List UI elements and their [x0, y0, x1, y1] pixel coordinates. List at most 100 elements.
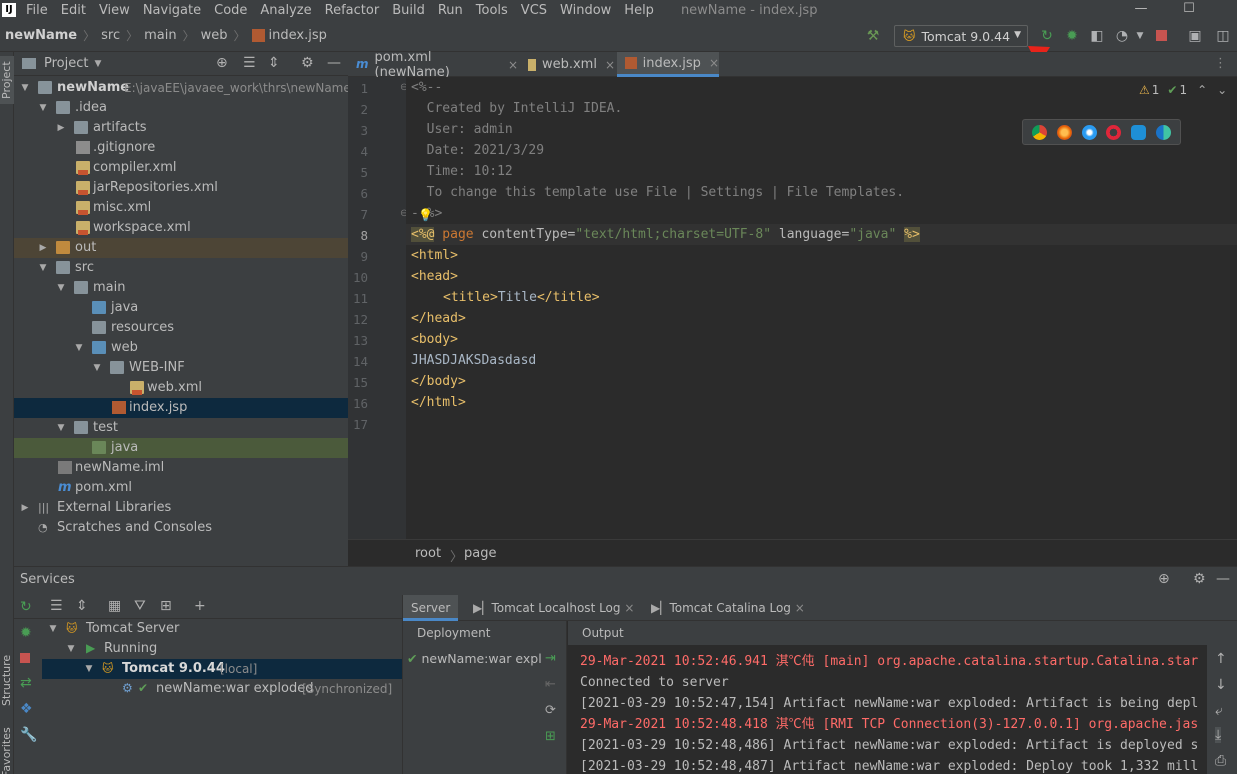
project-structure-icon[interactable]: ▣ — [1186, 27, 1204, 45]
locate-file-icon[interactable]: ⊕ — [216, 55, 228, 71]
group-icon[interactable]: ▦ — [108, 598, 121, 614]
tree-item-war-exploded[interactable]: ⚙ ✔ newName:war exploded [Synchronized] — [42, 679, 402, 699]
tree-item-test-java[interactable]: java — [14, 438, 348, 458]
tree-item-tomcat-instance[interactable]: ▼ 🐱 Tomcat 9.0.44 [local] — [42, 659, 402, 679]
tree-item-test[interactable]: ▼ test — [14, 418, 348, 438]
tree-item-tomcat-server[interactable]: ▼ 🐱 Tomcat Server — [42, 619, 402, 639]
tree-item-gitignore[interactable]: .gitignore — [14, 138, 348, 158]
intention-bulb-icon[interactable]: 💡 — [418, 208, 433, 222]
deploy-icon[interactable]: ⇄ — [20, 675, 32, 691]
update-icon[interactable]: ⊞ — [545, 729, 556, 744]
tree-item-newname[interactable]: ▼ newName E:\javaEE\javaee_work\thrs\new… — [14, 78, 351, 98]
tree-item-java[interactable]: java — [14, 298, 348, 318]
breadcrumb-file[interactable]: index.jsp — [269, 28, 327, 43]
breadcrumb-web[interactable]: web — [201, 28, 228, 43]
expand-all-icon[interactable]: ☰ — [243, 55, 256, 71]
add-icon[interactable]: + — [194, 598, 206, 614]
globe-icon[interactable]: ⊕ — [1158, 571, 1170, 587]
menu-view[interactable]: View — [99, 3, 130, 18]
hide-panel-icon[interactable]: — — [1216, 571, 1230, 587]
menu-edit[interactable]: Edit — [61, 3, 86, 18]
tree-item-idea[interactable]: ▼ .idea — [14, 98, 348, 118]
arrow-down-icon[interactable]: ↓ — [1215, 677, 1227, 693]
more-run-options-icon[interactable]: ▼ — [1131, 27, 1149, 45]
tab-localhost-log[interactable]: ▶▏Tomcat Localhost Log × — [465, 595, 642, 621]
tree-item-src[interactable]: ▼ src — [14, 258, 348, 278]
new-tab-icon[interactable]: ⊞ — [160, 598, 172, 614]
menu-navigate[interactable]: Navigate — [143, 3, 201, 18]
maximize-button[interactable]: ☐ — [1166, 0, 1212, 20]
code-editor[interactable]: <%-- Created by IntelliJ IDEA. User: adm… — [406, 77, 1237, 539]
tree-item-workspace-xml[interactable]: workspace.xml — [14, 218, 348, 238]
tree-item-misc-xml[interactable]: misc.xml — [14, 198, 348, 218]
print-icon[interactable]: ⎙ — [1215, 753, 1226, 769]
close-icon[interactable]: × — [605, 58, 615, 72]
stop-icon[interactable] — [1152, 27, 1170, 45]
undeploy-icon[interactable]: ⇤ — [545, 677, 556, 692]
menu-help[interactable]: Help — [624, 3, 654, 18]
collapse-all-icon[interactable]: ⇕ — [268, 55, 280, 71]
safari-icon[interactable] — [1081, 124, 1097, 140]
menu-refactor[interactable]: Refactor — [325, 3, 380, 18]
run-with-coverage-icon[interactable]: ◧ — [1088, 27, 1106, 45]
structure-tool-button[interactable]: Structure — [0, 650, 14, 710]
wrench-icon[interactable]: 🔧 — [20, 727, 37, 743]
tree-item-main[interactable]: ▼ main — [14, 278, 348, 298]
chrome-icon[interactable] — [1031, 124, 1047, 140]
collapse-all-icon[interactable]: ⇕ — [76, 598, 88, 614]
tree-item-web-xml[interactable]: web.xml — [14, 378, 348, 398]
scroll-to-end-icon[interactable]: ⤓ — [1215, 727, 1222, 743]
tree-item-jarrepositories-xml[interactable]: jarRepositories.xml — [14, 178, 348, 198]
chevron-down-icon[interactable]: ⌄ — [1217, 83, 1227, 97]
breadcrumb-main[interactable]: main — [144, 28, 176, 43]
menu-vcs[interactable]: VCS — [521, 3, 547, 18]
minimize-button[interactable]: — — [1118, 0, 1164, 20]
menu-file[interactable]: File — [26, 3, 48, 18]
close-icon[interactable]: × — [508, 58, 518, 72]
deployment-item[interactable]: ✔ newName:war explo — [407, 649, 541, 669]
editor-menu-icon[interactable]: ⋮ — [1214, 56, 1227, 71]
tab-pom-xml[interactable]: m pom.xml (newName) × — [348, 50, 518, 80]
breadcrumb-project[interactable]: newName — [5, 28, 77, 43]
tree-item-artifacts[interactable]: ▶ artifacts — [14, 118, 348, 138]
edge-icon[interactable] — [1156, 124, 1172, 140]
diamond-icon[interactable]: ❖ — [20, 701, 33, 717]
breadcrumb-root[interactable]: root — [415, 546, 441, 561]
tree-item-out[interactable]: ▶ out — [14, 238, 348, 258]
soft-wrap-icon[interactable]: ⤶ — [1215, 703, 1223, 719]
project-view-select[interactable]: Project — [44, 56, 88, 71]
debug-icon[interactable]: ✹ — [1063, 27, 1081, 45]
arrow-up-icon[interactable]: ↑ — [1215, 651, 1227, 667]
opera-icon[interactable] — [1106, 124, 1122, 140]
tree-item-newname-iml[interactable]: newName.iml — [14, 458, 348, 478]
stop-icon[interactable] — [20, 651, 30, 667]
chevron-up-icon[interactable]: ⌃ — [1197, 83, 1207, 97]
menu-run[interactable]: Run — [438, 3, 463, 18]
tree-item-pom-xml[interactable]: m pom.xml — [14, 478, 348, 498]
tree-item-running[interactable]: ▼ ▶ Running — [42, 639, 402, 659]
tree-item-resources[interactable]: resources — [14, 318, 348, 338]
tree-item-external-libraries[interactable]: ▶ ||| External Libraries — [14, 498, 348, 518]
toggle-toolbar-icon[interactable]: ◫ — [1214, 27, 1232, 45]
refresh-icon[interactable]: ⟳ — [545, 703, 556, 718]
menu-tools[interactable]: Tools — [476, 3, 508, 18]
gear-icon[interactable]: ⚙ — [1193, 571, 1206, 587]
tab-web-xml[interactable]: web.xml × — [520, 52, 615, 77]
hide-panel-icon[interactable]: — — [327, 55, 341, 71]
debug-icon[interactable]: ✹ — [20, 625, 32, 641]
menu-analyze[interactable]: Analyze — [260, 3, 311, 18]
profile-icon[interactable]: ◔ — [1113, 27, 1131, 45]
close-icon[interactable]: × — [709, 56, 719, 70]
tree-item-web[interactable]: ▼ web — [14, 338, 348, 358]
breadcrumb-src[interactable]: src — [101, 28, 120, 43]
filter-icon[interactable]: ⛛ — [134, 598, 146, 614]
menu-build[interactable]: Build — [392, 3, 425, 18]
firefox-icon[interactable] — [1056, 124, 1072, 140]
tree-item-web-inf[interactable]: ▼ WEB-INF — [14, 358, 348, 378]
expand-all-icon[interactable]: ☰ — [50, 598, 63, 614]
tab-server[interactable]: Server — [403, 595, 459, 621]
menu-code[interactable]: Code — [214, 3, 247, 18]
tree-item-index-jsp[interactable]: index.jsp — [14, 398, 348, 418]
project-tool-button[interactable]: Project — [0, 56, 14, 104]
breadcrumb-page[interactable]: page — [464, 546, 496, 561]
